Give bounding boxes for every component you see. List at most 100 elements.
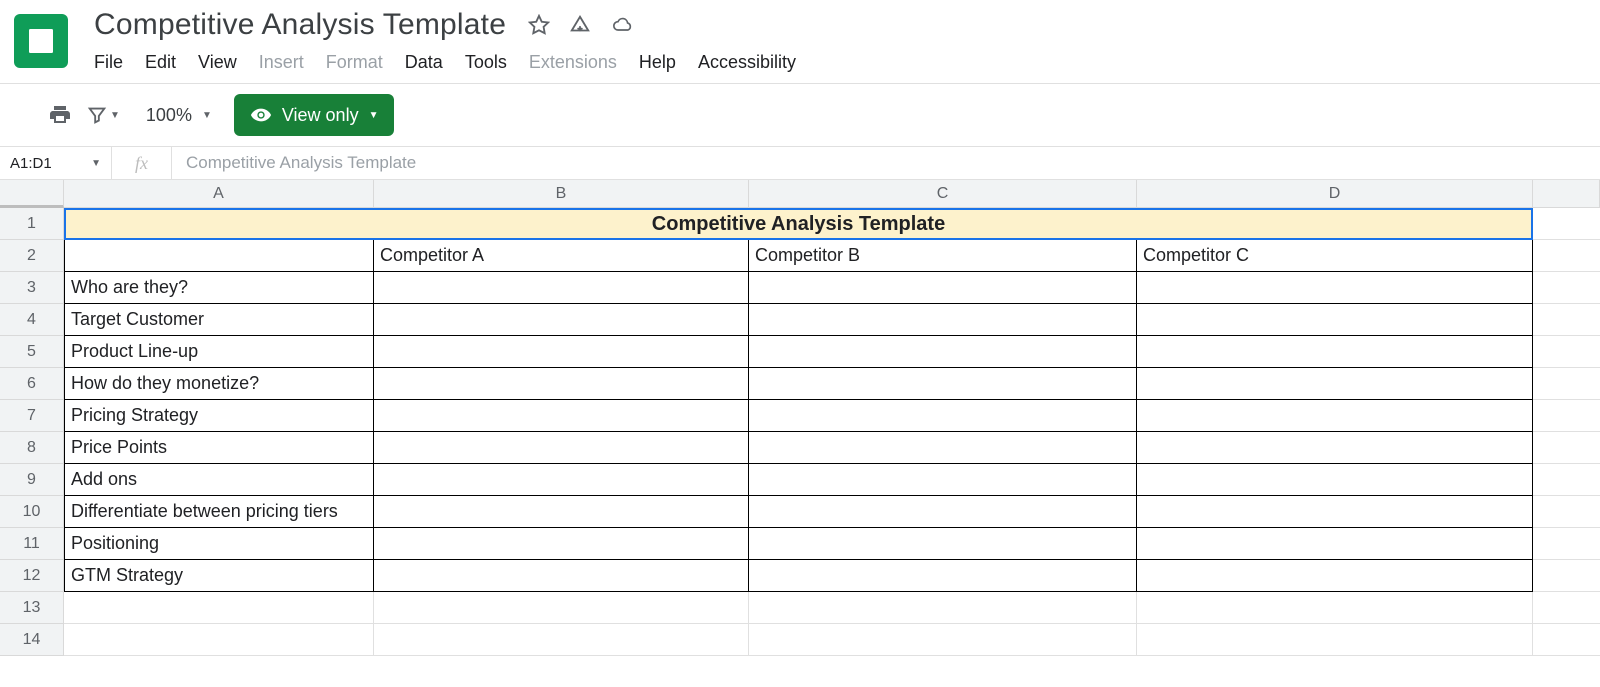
cell-c2[interactable]: Competitor B — [749, 240, 1137, 272]
cell-d7[interactable] — [1137, 400, 1533, 432]
cell-a5[interactable]: Product Line-up — [64, 336, 374, 368]
cell-b2[interactable]: Competitor A — [374, 240, 749, 272]
cell-d5[interactable] — [1137, 336, 1533, 368]
cell-a3[interactable]: Who are they? — [64, 272, 374, 304]
menu-view[interactable]: View — [198, 52, 237, 73]
cell-a6[interactable]: How do they monetize? — [64, 368, 374, 400]
cell-a2[interactable] — [64, 240, 374, 272]
cell-a7[interactable]: Pricing Strategy — [64, 400, 374, 432]
cell-a8[interactable]: Price Points — [64, 432, 374, 464]
row-header-4[interactable]: 4 — [0, 304, 64, 336]
cell-d9[interactable] — [1137, 464, 1533, 496]
document-title[interactable]: Competitive Analysis Template — [94, 8, 506, 42]
cell-b14[interactable] — [374, 624, 749, 656]
print-icon[interactable] — [48, 103, 72, 127]
cell-a9[interactable]: Add ons — [64, 464, 374, 496]
cell-d8[interactable] — [1137, 432, 1533, 464]
cell-overflow[interactable] — [1533, 528, 1600, 560]
cell-d6[interactable] — [1137, 368, 1533, 400]
cell-a4[interactable]: Target Customer — [64, 304, 374, 336]
cell-d10[interactable] — [1137, 496, 1533, 528]
cell-d2[interactable]: Competitor C — [1137, 240, 1533, 272]
cell-overflow[interactable] — [1533, 400, 1600, 432]
spreadsheet-grid[interactable]: A B C D 1 Competitive Analysis Template … — [0, 180, 1600, 656]
cell-b11[interactable] — [374, 528, 749, 560]
cell-overflow[interactable] — [1533, 496, 1600, 528]
row-header-5[interactable]: 5 — [0, 336, 64, 368]
cell-c6[interactable] — [749, 368, 1137, 400]
cell-c13[interactable] — [749, 592, 1137, 624]
cloud-status-icon[interactable] — [610, 15, 636, 35]
cell-overflow[interactable] — [1533, 272, 1600, 304]
cell-b5[interactable] — [374, 336, 749, 368]
cell-a13[interactable] — [64, 592, 374, 624]
row-header-9[interactable]: 9 — [0, 464, 64, 496]
cell-d4[interactable] — [1137, 304, 1533, 336]
cell-c14[interactable] — [749, 624, 1137, 656]
cell-overflow[interactable] — [1533, 304, 1600, 336]
cell-overflow[interactable] — [1533, 592, 1600, 624]
cell-c8[interactable] — [749, 432, 1137, 464]
cell-c11[interactable] — [749, 528, 1137, 560]
col-header-c[interactable]: C — [749, 180, 1137, 208]
cell-overflow[interactable] — [1533, 464, 1600, 496]
row-header-13[interactable]: 13 — [0, 592, 64, 624]
menu-edit[interactable]: Edit — [145, 52, 176, 73]
move-to-drive-icon[interactable] — [568, 14, 592, 36]
row-header-10[interactable]: 10 — [0, 496, 64, 528]
cell-c10[interactable] — [749, 496, 1137, 528]
cell-d11[interactable] — [1137, 528, 1533, 560]
filter-dropdown-icon[interactable]: ▼ — [110, 110, 120, 121]
star-icon[interactable] — [528, 14, 550, 36]
cell-b10[interactable] — [374, 496, 749, 528]
cell-d12[interactable] — [1137, 560, 1533, 592]
cell-d3[interactable] — [1137, 272, 1533, 304]
cell-overflow[interactable] — [1533, 560, 1600, 592]
formula-input[interactable]: Competitive Analysis Template — [172, 147, 1600, 179]
cell-overflow[interactable] — [1533, 624, 1600, 656]
cell-b8[interactable] — [374, 432, 749, 464]
row-header-6[interactable]: 6 — [0, 368, 64, 400]
cell-a12[interactable]: GTM Strategy — [64, 560, 374, 592]
cell-b12[interactable] — [374, 560, 749, 592]
menu-file[interactable]: File — [94, 52, 123, 73]
cell-b7[interactable] — [374, 400, 749, 432]
cell-d13[interactable] — [1137, 592, 1533, 624]
cell-merged-title[interactable]: Competitive Analysis Template — [64, 208, 1533, 240]
menu-help[interactable]: Help — [639, 52, 676, 73]
cell-overflow[interactable] — [1533, 432, 1600, 464]
col-header-d[interactable]: D — [1137, 180, 1533, 208]
view-only-button[interactable]: View only ▼ — [234, 94, 395, 136]
menu-data[interactable]: Data — [405, 52, 443, 73]
cell-c3[interactable] — [749, 272, 1137, 304]
cell-overflow[interactable] — [1533, 240, 1600, 272]
cell-b4[interactable] — [374, 304, 749, 336]
row-header-7[interactable]: 7 — [0, 400, 64, 432]
cell-overflow[interactable] — [1533, 368, 1600, 400]
row-header-14[interactable]: 14 — [0, 624, 64, 656]
row-header-2[interactable]: 2 — [0, 240, 64, 272]
cell-overflow[interactable] — [1533, 208, 1600, 240]
cell-b3[interactable] — [374, 272, 749, 304]
row-header-12[interactable]: 12 — [0, 560, 64, 592]
cell-a11[interactable]: Positioning — [64, 528, 374, 560]
cell-overflow[interactable] — [1533, 336, 1600, 368]
cell-a14[interactable] — [64, 624, 374, 656]
cell-c7[interactable] — [749, 400, 1137, 432]
row-header-8[interactable]: 8 — [0, 432, 64, 464]
cell-c9[interactable] — [749, 464, 1137, 496]
row-header-11[interactable]: 11 — [0, 528, 64, 560]
menu-tools[interactable]: Tools — [465, 52, 507, 73]
cell-d14[interactable] — [1137, 624, 1533, 656]
select-all-corner[interactable] — [0, 180, 64, 208]
zoom-selector[interactable]: 100% ▼ — [146, 105, 212, 126]
row-header-3[interactable]: 3 — [0, 272, 64, 304]
col-header-a[interactable]: A — [64, 180, 374, 208]
cell-b9[interactable] — [374, 464, 749, 496]
row-header-1[interactable]: 1 — [0, 208, 64, 240]
filter-icon[interactable] — [86, 104, 108, 126]
name-box[interactable]: A1:D1 ▼ — [0, 147, 112, 179]
cell-b13[interactable] — [374, 592, 749, 624]
cell-c12[interactable] — [749, 560, 1137, 592]
cell-c4[interactable] — [749, 304, 1137, 336]
